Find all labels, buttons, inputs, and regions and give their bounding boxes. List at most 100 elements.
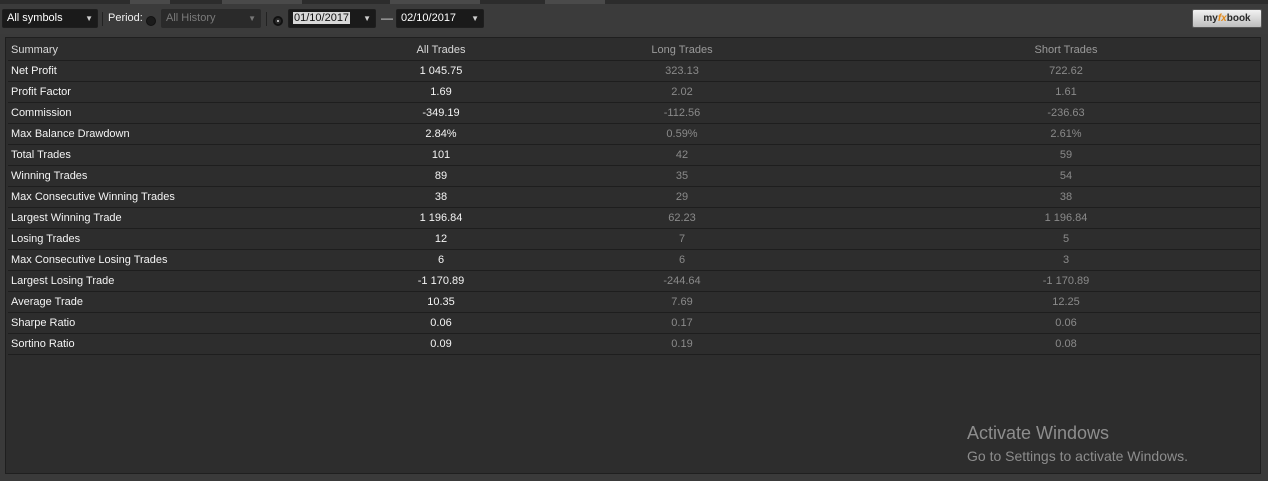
long-trades-cell-value: 2.02 bbox=[671, 86, 693, 98]
all-trades-cell-value: 6 bbox=[437, 254, 445, 266]
chevron-down-icon: ▼ bbox=[471, 14, 479, 23]
table-row[interactable]: Winning Trades 89 35 54 bbox=[8, 166, 1260, 187]
all-trades-cell-value: -1 170.89 bbox=[417, 275, 465, 287]
header-summary[interactable]: Summary bbox=[11, 40, 58, 61]
header-short-trades-label: Short Trades bbox=[1034, 44, 1098, 56]
header-long-trades-label: Long Trades bbox=[651, 44, 713, 56]
short-trades-cell-value: 1 196.84 bbox=[1044, 212, 1088, 224]
row-label: Commission bbox=[11, 107, 72, 119]
row-label: Winning Trades bbox=[11, 170, 88, 182]
row-label: Sortino Ratio bbox=[11, 338, 75, 350]
chevron-down-icon: ▼ bbox=[85, 14, 93, 23]
all-trades-cell-value: -349.19 bbox=[422, 107, 460, 119]
short-trades-cell-value: 38 bbox=[1059, 191, 1073, 203]
row-label: Net Profit bbox=[11, 65, 57, 77]
long-trades-cell-value: 0.19 bbox=[671, 338, 693, 350]
long-trades-cell-value: 0.17 bbox=[671, 317, 693, 329]
history-select[interactable]: All History ▼ bbox=[161, 9, 261, 28]
long-trades-cell-value: 62.23 bbox=[668, 212, 696, 224]
filter-toolbar: All symbols ▼ Period: All History ▼ 01/1… bbox=[0, 4, 1268, 34]
date-to-value: 02/10/2017 bbox=[401, 12, 457, 24]
table-row[interactable]: Sharpe Ratio 0.06 0.17 0.06 bbox=[8, 313, 1260, 334]
row-label: Max Consecutive Losing Trades bbox=[11, 254, 168, 266]
row-label: Max Consecutive Winning Trades bbox=[11, 191, 175, 203]
table-row[interactable]: Max Consecutive Winning Trades 38 29 38 bbox=[8, 187, 1260, 208]
table-row[interactable]: Largest Winning Trade 1 196.84 62.23 1 196.… bbox=[8, 208, 1260, 229]
short-trades-cell-value: 59 bbox=[1059, 149, 1073, 161]
period-label: Period: bbox=[108, 12, 143, 24]
long-trades-cell-value: 0.59% bbox=[666, 128, 698, 140]
all-trades-cell-value: 0.06 bbox=[430, 317, 452, 329]
all-trades-cell-value: 12 bbox=[434, 233, 448, 245]
short-trades-cell-value: 722.62 bbox=[1049, 65, 1083, 77]
all-trades-cell-value: 0.09 bbox=[430, 338, 452, 350]
short-trades-cell-value: 54 bbox=[1059, 170, 1073, 182]
long-trades-cell-value: 7 bbox=[678, 233, 686, 245]
long-trades-cell-value: 6 bbox=[678, 254, 686, 266]
date-from-value: 01/10/2017 bbox=[293, 12, 351, 24]
chevron-down-icon: ▼ bbox=[248, 14, 256, 23]
short-trades-cell-value: 5 bbox=[1062, 233, 1070, 245]
short-trades-cell-value: 3 bbox=[1062, 254, 1070, 266]
long-trades-cell-value: 7.69 bbox=[671, 296, 693, 308]
all-trades-cell-value: 10.35 bbox=[427, 296, 455, 308]
watermark-subtitle: Go to Settings to activate Windows. bbox=[967, 448, 1188, 464]
date-from-picker[interactable]: 01/10/2017 ▼ bbox=[288, 9, 376, 28]
row-label: Losing Trades bbox=[11, 233, 81, 245]
history-select-value: All History bbox=[166, 12, 216, 24]
short-trades-cell-value: 0.08 bbox=[1055, 338, 1077, 350]
table-header: Summary All Trades Long Trades Short Tra… bbox=[8, 40, 1260, 61]
table-row[interactable]: Largest Losing Trade -1 170.89 -244.64 -1 1… bbox=[8, 271, 1260, 292]
row-label: Sharpe Ratio bbox=[11, 317, 76, 329]
all-trades-cell-value: 38 bbox=[434, 191, 448, 203]
myfxbook-button[interactable]: myfxbook bbox=[1192, 9, 1262, 28]
brand-fx: fx bbox=[1217, 13, 1227, 24]
table-row[interactable]: Max Balance Drawdown 2.84% 0.59% 2.61% bbox=[8, 124, 1260, 145]
short-trades-cell-value: -1 170.89 bbox=[1042, 275, 1090, 287]
long-trades-cell-value: -244.64 bbox=[663, 275, 701, 287]
row-label: Largest Winning Trade bbox=[11, 212, 122, 224]
short-trades-cell-value: 0.06 bbox=[1055, 317, 1077, 329]
watermark-title: Activate Windows bbox=[967, 423, 1110, 443]
long-trades-cell-value: 42 bbox=[675, 149, 689, 161]
long-trades-cell-value: 35 bbox=[675, 170, 689, 182]
table-row[interactable]: Max Consecutive Losing Trades 6 6 3 bbox=[8, 250, 1260, 271]
brand-suffix: book bbox=[1226, 13, 1251, 24]
header-all-trades-label: All Trades bbox=[416, 44, 466, 56]
long-trades-cell-value: 323.13 bbox=[665, 65, 699, 77]
date-separator: — bbox=[381, 11, 393, 25]
activation-watermark: Activate Windows Go to Settings to activ… bbox=[967, 422, 1188, 466]
long-trades-cell-value: 29 bbox=[675, 191, 689, 203]
table-row[interactable]: Commission -349.19 -112.56 -236.63 bbox=[8, 103, 1260, 124]
all-trades-cell-value: 1.69 bbox=[430, 86, 452, 98]
table-row[interactable]: Losing Trades 12 7 5 bbox=[8, 229, 1260, 250]
row-label: Largest Losing Trade bbox=[11, 275, 115, 287]
short-trades-cell-value: 12.25 bbox=[1052, 296, 1080, 308]
summary-panel: Summary All Trades Long Trades Short Tra… bbox=[5, 37, 1261, 474]
radio-icon[interactable] bbox=[273, 16, 283, 26]
table-row[interactable]: Net Profit 1 045.75 323.13 722.62 bbox=[8, 61, 1260, 82]
all-trades-cell-value: 2.84% bbox=[425, 128, 457, 140]
divider bbox=[102, 12, 103, 26]
table-row[interactable]: Average Trade 10.35 7.69 12.25 bbox=[8, 292, 1260, 313]
radio-icon[interactable] bbox=[146, 16, 156, 26]
symbol-filter-select[interactable]: All symbols ▼ bbox=[2, 9, 98, 28]
symbol-filter-value: All symbols bbox=[7, 12, 63, 24]
row-label: Profit Factor bbox=[11, 86, 71, 98]
long-trades-cell-value: -112.56 bbox=[663, 107, 701, 119]
short-trades-cell-value: 2.61% bbox=[1050, 128, 1082, 140]
table-row[interactable]: Profit Factor 1.69 2.02 1.61 bbox=[8, 82, 1260, 103]
all-trades-cell-value: 101 bbox=[431, 149, 451, 161]
table-row[interactable]: Total Trades 101 42 59 bbox=[8, 145, 1260, 166]
short-trades-cell-value: -236.63 bbox=[1047, 107, 1085, 119]
all-trades-cell-value: 89 bbox=[434, 170, 448, 182]
date-to-picker[interactable]: 02/10/2017 ▼ bbox=[396, 9, 484, 28]
short-trades-cell-value: 1.61 bbox=[1055, 86, 1077, 98]
row-label: Max Balance Drawdown bbox=[11, 128, 130, 140]
divider bbox=[266, 12, 267, 26]
all-trades-cell-value: 1 045.75 bbox=[419, 65, 463, 77]
row-label: Average Trade bbox=[11, 296, 83, 308]
all-trades-cell-value: 1 196.84 bbox=[419, 212, 463, 224]
table-row[interactable]: Sortino Ratio 0.09 0.19 0.08 bbox=[8, 334, 1260, 355]
row-label: Total Trades bbox=[11, 149, 71, 161]
